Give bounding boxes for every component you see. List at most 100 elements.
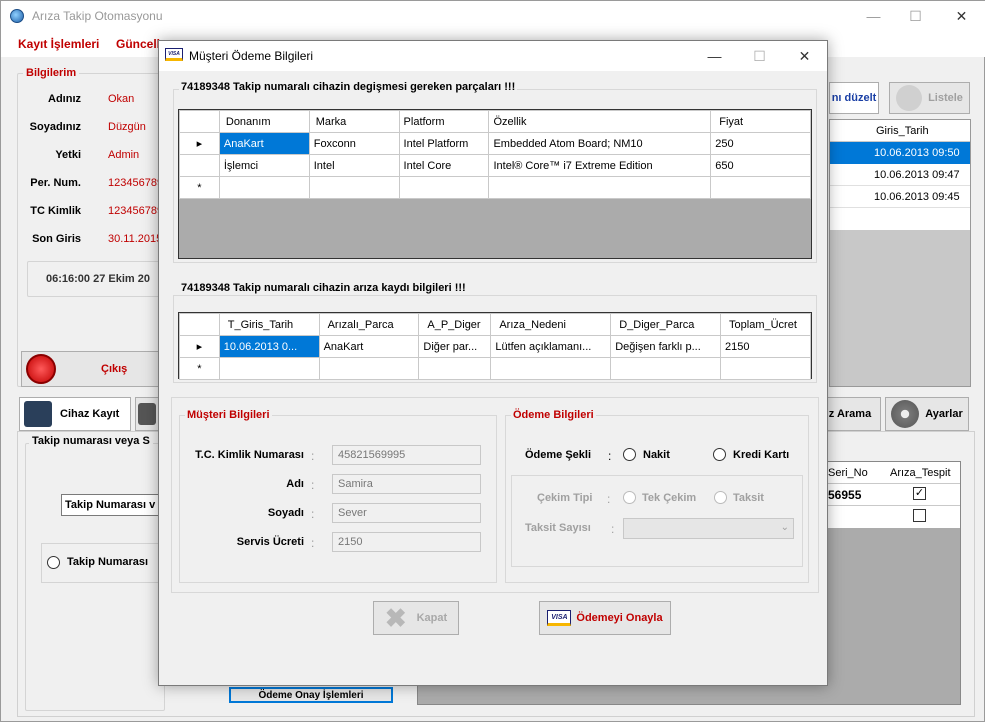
seri-no-header: Seri_No [828,467,868,479]
cell-fiyat[interactable]: 650 [710,154,811,177]
colon: : [311,449,315,463]
edit-button[interactable]: nı düzelt [829,82,879,114]
tab-search[interactable]: z Arama [819,397,881,431]
col-ariza-nedeni[interactable]: Arıza_Nedeni [490,313,612,336]
fault-group-title: 74189348 Takip numaralı cihazin arıza ka… [179,282,468,294]
cell-ozellik[interactable]: Intel® Core™ i7 Extreme Edition [488,154,712,177]
single-draw-label: Tek Çekim [642,492,697,504]
col-d-diger-parca[interactable]: D_Diger_Parca [610,313,722,336]
cell-t-giris-tarih[interactable]: 10.06.2013 0... [218,335,320,358]
minimize-button[interactable]: — [851,1,896,31]
installment-count-select[interactable]: ⌄ [623,518,794,539]
draw-type-label: Çekim Tipi [537,492,593,504]
tc-number-label: T.C. Kimlik Numarası [195,449,304,461]
cell-arizali-parca[interactable]: AnaKart [318,335,420,358]
col-toplam-ucret[interactable]: Toplam_Ücret [720,313,811,336]
cell-platform[interactable]: Intel Core [398,154,490,177]
fault-grid-header: T_Giris_Tarih Arızalı_Parca A_P_Diger Ar… [179,313,811,336]
tab-search-label: z Arama [828,408,872,420]
tab-settings[interactable]: Ayarlar [885,397,969,431]
chevron-down-icon: ⌄ [780,522,789,533]
parts-grid-row[interactable]: ▸ AnaKart Foxconn Intel Platform Embedde… [179,132,811,155]
row-selector[interactable]: ▸ [179,132,220,155]
new-row-marker: * [179,357,220,380]
col-ozellik[interactable]: Özellik [488,110,712,133]
tc-label: TC Kimlik [30,205,81,217]
customer-group [179,415,497,583]
col-t-giris-tarih[interactable]: T_Giris_Tarih [218,313,320,336]
bottom-grid-row[interactable]: 56955 ✓ [822,484,960,506]
col-a-p-diger[interactable]: A_P_Diger [418,313,492,336]
last-login-label: Son Giris [32,233,81,245]
col-platform[interactable]: Platform [398,110,490,133]
dialog-title-bar: VISA Müşteri Ödeme Bilgileri — ☐ ✕ [159,41,827,71]
confirm-payment-button[interactable]: VISA Ödemeyi Onayla [539,601,671,635]
cell-ozellik[interactable]: Embedded Atom Board; NM10 [488,132,712,155]
cell-donanim[interactable]: İşlemci [218,154,310,177]
colon: : [311,536,315,550]
col-fiyat[interactable]: Fiyat [710,110,811,133]
cell-marka[interactable]: Intel [308,154,400,177]
search-type-combo[interactable]: Takip Numarası v [61,494,161,516]
user-icon [138,403,156,425]
right-grid-cell: 10.06.2013 09:45 [874,191,960,203]
x-icon: ✖ [384,602,407,633]
col-marka[interactable]: Marka [308,110,400,133]
parts-grid-new-row[interactable]: * [179,176,811,199]
cash-label: Nakit [643,449,670,461]
close-button[interactable]: ✕ [939,1,984,31]
fault-grid-new-row[interactable]: * [179,357,811,380]
parts-grid-row[interactable]: İşlemci Intel Intel Core Intel® Core™ i7… [179,154,811,177]
gear-icon [891,400,920,428]
right-grid-row[interactable]: 10.06.2013 09:47 [830,164,970,186]
maximize-button[interactable]: ☐ [893,1,938,31]
menu-kayit-islemleri[interactable]: Kayıt İşlemleri [18,37,99,51]
tracking-number-radio[interactable] [47,556,60,569]
cell-fiyat[interactable]: 250 [710,132,811,155]
installment-radio[interactable] [714,491,727,504]
dialog-maximize-button[interactable]: ☐ [737,41,782,71]
tab-device-register[interactable]: Cihaz Kayıt [19,397,131,431]
payment-dialog: VISA Müşteri Ödeme Bilgileri — ☐ ✕ 74189… [158,40,828,686]
right-grid-row[interactable] [830,208,970,230]
close-dialog-button[interactable]: ✖ Kapat [373,601,459,635]
tab-user[interactable] [135,397,159,431]
installment-label: Taksit [733,492,764,504]
cell-d-diger-parca[interactable]: Değişen farklı p... [610,335,722,358]
exit-button[interactable]: Çıkış [21,351,167,387]
dialog-minimize-button[interactable]: — [692,41,737,71]
checkbox-unchecked[interactable] [913,509,926,522]
row-header-corner [179,110,220,133]
dialog-close-button[interactable]: ✕ [782,41,827,71]
right-grid-header-label: Giris_Tarih [876,125,929,137]
cash-radio[interactable] [623,448,636,461]
fault-grid-row[interactable]: ▸ 10.06.2013 0... AnaKart Diğer par... L… [179,335,811,358]
row-selector[interactable]: ▸ [179,335,220,358]
edit-label: nı düzelt [831,92,877,104]
cell-toplam-ucret[interactable]: 2150 [720,335,811,358]
service-fee-field[interactable]: 2150 [332,532,481,552]
cell-platform[interactable]: Intel Platform [398,132,490,155]
right-grid-row[interactable]: 10.06.2013 09:45 [830,186,970,208]
bottom-grid-row[interactable] [822,506,960,528]
col-arizali-parca[interactable]: Arızalı_Parca [318,313,420,336]
surname-label: Soyadınız [29,121,81,133]
single-draw-radio[interactable] [623,491,636,504]
exit-label: Çıkış [101,363,128,375]
right-grid-row[interactable]: 10.06.2013 09:50 [830,142,970,164]
list-button[interactable]: Listele [889,82,970,114]
row-selector[interactable] [179,154,220,177]
payment-approval-button[interactable]: Ödeme Onay İşlemleri [229,687,393,703]
last-name-field[interactable]: Sever [332,503,481,523]
cell-marka[interactable]: Foxconn [308,132,400,155]
credit-card-radio[interactable] [713,448,726,461]
list-label: Listele [928,92,963,104]
cell-ariza-nedeni[interactable]: Lütfen açıklamanı... [490,335,612,358]
cell-a-p-diger[interactable]: Diğer par... [418,335,492,358]
tc-number-field[interactable]: 45821569995 [332,445,481,465]
first-name-field[interactable]: Samira [332,474,481,494]
colon: : [311,478,315,492]
cell-donanim[interactable]: AnaKart [218,132,310,155]
col-donanim[interactable]: Donanım [218,110,310,133]
checkbox-checked[interactable]: ✓ [913,487,926,500]
